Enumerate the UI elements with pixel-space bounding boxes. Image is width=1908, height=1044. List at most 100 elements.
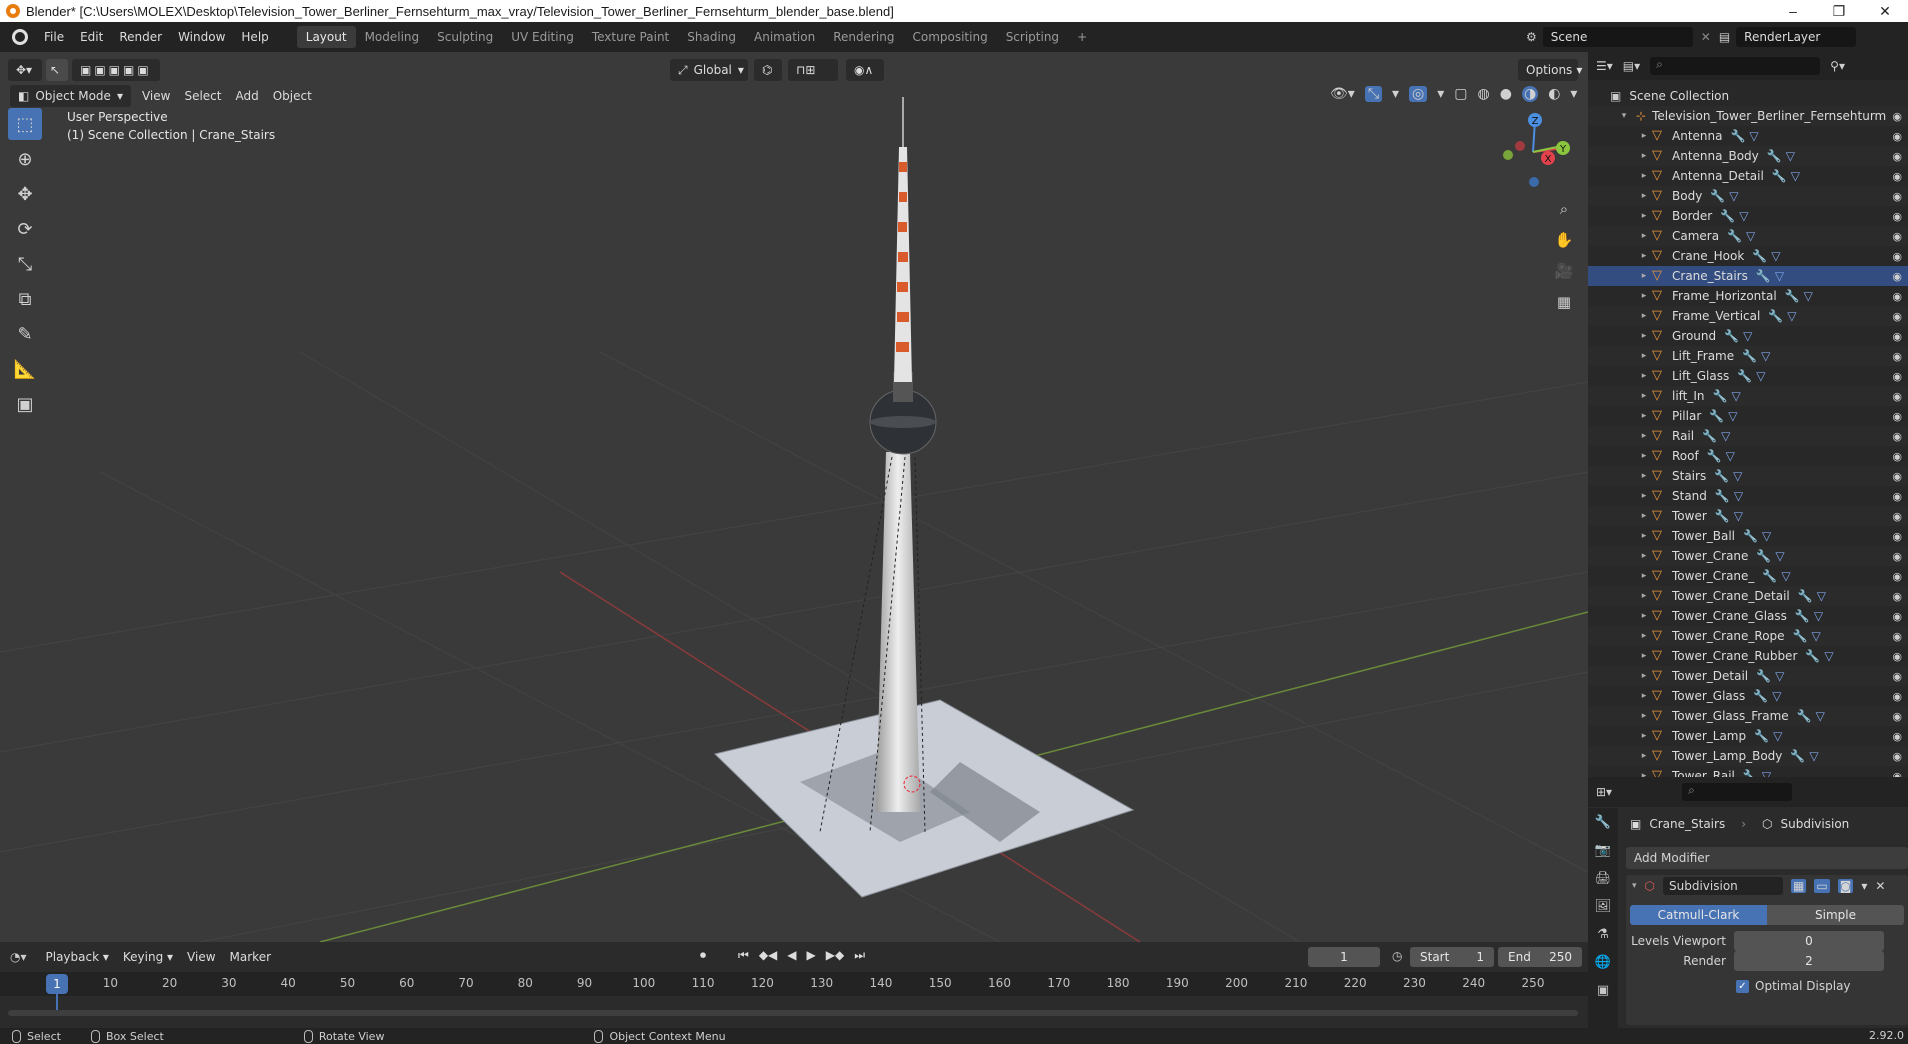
outliner-item[interactable]: ▸ ▽ Stand 🔧 ▽ ◉ (1588, 486, 1908, 506)
outliner-item[interactable]: ▸ ▽ Camera 🔧 ▽ ◉ (1588, 226, 1908, 246)
visibility-eye-icon[interactable]: ◉ (1892, 670, 1902, 683)
mesh-data-icon[interactable]: ▽ (1761, 349, 1770, 363)
expand-icon[interactable]: ▸ (1638, 451, 1650, 461)
shading-dropdown-icon[interactable]: ▾ (1570, 86, 1577, 102)
mesh-data-icon[interactable]: ▽ (1731, 389, 1740, 403)
visibility-eye-icon[interactable]: ◉ (1892, 270, 1902, 283)
visibility-eye-icon[interactable]: ◉ (1892, 390, 1902, 403)
timeline-menu-playback[interactable]: Playback ▾ (39, 950, 116, 964)
outliner-item[interactable]: ▸ ▽ Tower 🔧 ▽ ◉ (1588, 506, 1908, 526)
timeline-ruler[interactable]: 1 10 20 30 40 50 60 70 80 90 100 110 120 130 140 150 16… (0, 972, 1588, 1014)
scene-tab-icon[interactable]: ⚗ (1588, 920, 1618, 948)
overlay-dropdown-icon[interactable]: ▾ (1437, 86, 1444, 102)
minimize-button[interactable]: – (1770, 0, 1816, 22)
outliner-editor-icon[interactable]: ☰▾ (1596, 59, 1613, 73)
menu-file[interactable]: File (36, 22, 72, 52)
visibility-eye-icon[interactable]: ◉ (1892, 350, 1902, 363)
visibility-eye-icon[interactable]: ◉ (1892, 190, 1902, 203)
mesh-data-icon[interactable]: ▽ (1729, 189, 1738, 203)
selection-mode-icons[interactable]: ▣▣▣▣▣ (72, 59, 160, 81)
collapse-icon[interactable]: ▾ (1632, 881, 1637, 891)
visibility-eye-icon[interactable]: ◉ (1892, 410, 1902, 423)
expand-icon[interactable]: ▸ (1638, 691, 1650, 701)
outliner-item[interactable]: ▸ ▽ Lift_Glass 🔧 ▽ ◉ (1588, 366, 1908, 386)
scale-tool-icon[interactable]: ⤡ (8, 248, 42, 280)
clock-icon[interactable]: ◷ (1392, 949, 1402, 963)
outliner-item[interactable]: ▸ ▽ Tower_Crane_Glass 🔧 ▽ ◉ (1588, 606, 1908, 626)
expand-icon[interactable]: ▸ (1638, 551, 1650, 561)
modifier-wrench-icon[interactable]: 🔧 (1724, 329, 1739, 343)
modifier-wrench-icon[interactable]: 🔧 (1743, 529, 1758, 543)
visibility-eye-icon[interactable]: ◉ (1892, 250, 1902, 263)
expand-icon[interactable]: ▸ (1638, 411, 1650, 421)
add-modifier-dropdown[interactable]: Add Modifier (1626, 847, 1908, 869)
outliner-item[interactable]: ▸ ▽ Crane_Stairs 🔧 ▽ ◉ (1588, 266, 1908, 286)
modifier-wrench-icon[interactable]: 🔧 (1720, 209, 1735, 223)
outliner-item[interactable]: ▸ ▽ Tower_Crane_Detail 🔧 ▽ ◉ (1588, 586, 1908, 606)
tab-modeling[interactable]: Modeling (356, 26, 429, 48)
mesh-data-icon[interactable]: ▽ (1816, 709, 1825, 723)
simple-button[interactable]: Simple (1767, 905, 1904, 925)
modifier-wrench-icon[interactable]: 🔧 (1743, 769, 1758, 777)
viewport-menu-object[interactable]: Object (266, 89, 319, 103)
start-frame-field[interactable]: Start 1 (1410, 947, 1494, 967)
mesh-data-icon[interactable]: ▽ (1775, 549, 1784, 563)
modifier-wrench-icon[interactable]: 🔧 (1727, 229, 1742, 243)
viewport-toggle-icon[interactable]: ▭ (1814, 879, 1830, 893)
visibility-eye-icon[interactable]: ◉ (1892, 230, 1902, 243)
view-layer-tab-icon[interactable]: 🖼 (1588, 892, 1618, 920)
render-levels-field[interactable]: 2 (1734, 951, 1884, 971)
render-layer-selector[interactable]: RenderLayer (1736, 27, 1857, 47)
scene-close-icon[interactable]: ✕ (1701, 30, 1711, 44)
modifier-wrench-icon[interactable]: 🔧 (1795, 609, 1810, 623)
jump-start-icon[interactable]: ⏮ (738, 948, 749, 963)
modifier-wrench-icon[interactable]: 🔧 (1798, 589, 1813, 603)
levels-viewport-field[interactable]: 0 (1734, 931, 1884, 951)
timeline-editor-icon[interactable]: ◔▾ (10, 950, 27, 964)
options-dropdown[interactable]: Options ▾ (1518, 59, 1582, 81)
visibility-eye-icon[interactable]: ◉ (1892, 370, 1902, 383)
expand-icon[interactable]: ▸ (1638, 391, 1650, 401)
material-shading-icon[interactable]: ◑ (1521, 86, 1539, 102)
modifier-wrench-icon[interactable]: 🔧 (1756, 269, 1771, 283)
mesh-data-icon[interactable]: ▽ (1762, 529, 1771, 543)
solid-shading-icon[interactable]: ● (1500, 86, 1512, 102)
expand-icon[interactable]: ▸ (1638, 671, 1650, 681)
viewport-menu-add[interactable]: Add (228, 89, 265, 103)
visibility-icon[interactable]: 👁▾ (1330, 86, 1355, 102)
output-tab-icon[interactable]: 🖨 (1588, 864, 1618, 892)
wireframe-shading-icon[interactable]: ◍ (1478, 86, 1490, 102)
rendered-shading-icon[interactable]: ◐ (1548, 86, 1560, 102)
outliner-item[interactable]: ▸ ▽ Tower_Detail 🔧 ▽ ◉ (1588, 666, 1908, 686)
modifier-menu-icon[interactable]: ▾ (1861, 879, 1867, 893)
modifier-wrench-icon[interactable]: 🔧 (1753, 689, 1768, 703)
expand-icon[interactable]: ▸ (1638, 211, 1650, 221)
visibility-eye-icon[interactable]: ◉ (1892, 550, 1902, 563)
mesh-data-icon[interactable]: ▽ (1804, 289, 1813, 303)
mesh-data-icon[interactable]: ▽ (1787, 309, 1796, 323)
add-cube-tool-icon[interactable]: ▣ (8, 388, 42, 420)
tab-scripting[interactable]: Scripting (997, 26, 1068, 48)
navigation-gizmo[interactable]: Z Y X (1494, 108, 1572, 194)
outliner-item[interactable]: ▸ ▽ Ground 🔧 ▽ ◉ (1588, 326, 1908, 346)
modifier-wrench-icon[interactable]: 🔧 (1715, 489, 1730, 503)
rotate-tool-icon[interactable]: ⟳ (8, 213, 42, 245)
pivot-point-icon[interactable]: ⌬ (754, 59, 782, 81)
expand-icon[interactable]: ▸ (1638, 531, 1650, 541)
viewport-menu-view[interactable]: View (135, 89, 177, 103)
expand-icon[interactable]: ▸ (1638, 271, 1650, 281)
display-mode-icon[interactable]: ▤▾ (1623, 59, 1640, 73)
modifier-wrench-icon[interactable]: 🔧 (1752, 249, 1767, 263)
tab-layout[interactable]: Layout (296, 26, 356, 48)
expand-icon[interactable]: ▸ (1638, 491, 1650, 501)
next-keyframe-icon[interactable]: ▶◆ (826, 948, 844, 963)
world-tab-icon[interactable]: 🌐 (1588, 948, 1618, 976)
outliner-item[interactable]: ▸ ▽ Tower_Crane_Rubber 🔧 ▽ ◉ (1588, 646, 1908, 666)
outliner-item[interactable]: ▸ ▽ Tower_Crane_ 🔧 ▽ ◉ (1588, 566, 1908, 586)
scene-collection-row[interactable]: ▣ Scene Collection (1588, 86, 1908, 106)
expand-icon[interactable]: ▸ (1638, 751, 1650, 761)
menu-edit[interactable]: Edit (72, 22, 111, 52)
modifier-wrench-icon[interactable]: 🔧 (1709, 409, 1724, 423)
modifier-wrench-icon[interactable]: 🔧 (1772, 169, 1787, 183)
mesh-data-icon[interactable]: ▽ (1746, 229, 1755, 243)
